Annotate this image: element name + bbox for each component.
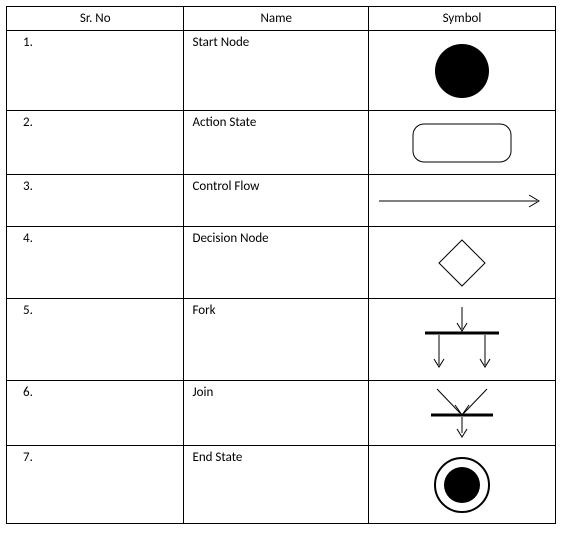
cell-name: Start Node bbox=[184, 31, 369, 111]
cell-sr: 2. bbox=[7, 111, 184, 175]
fork-icon bbox=[417, 305, 507, 375]
cell-name: End State bbox=[184, 446, 369, 524]
cell-sr: 4. bbox=[7, 227, 184, 299]
start-node-icon bbox=[432, 41, 492, 101]
cell-sr: 3. bbox=[7, 175, 184, 227]
action-state-icon bbox=[412, 123, 512, 163]
cell-name: Decision Node bbox=[184, 227, 369, 299]
cell-name: Action State bbox=[184, 111, 369, 175]
cell-name: Join bbox=[184, 381, 369, 446]
table-row: 1. Start Node bbox=[7, 31, 556, 111]
header-srno: Sr. No bbox=[7, 7, 184, 31]
table-row: 7. End State bbox=[7, 446, 556, 524]
cell-symbol bbox=[369, 175, 556, 227]
table-header-row: Sr. No Name Symbol bbox=[7, 7, 556, 31]
cell-name: Control Flow bbox=[184, 175, 369, 227]
cell-symbol bbox=[369, 299, 556, 381]
end-state-icon bbox=[432, 455, 492, 515]
table-row: 4. Decision Node bbox=[7, 227, 556, 299]
cell-sr: 7. bbox=[7, 446, 184, 524]
cell-symbol bbox=[369, 381, 556, 446]
table-row: 2. Action State bbox=[7, 111, 556, 175]
table-row: 6. Join bbox=[7, 381, 556, 446]
cell-sr: 6. bbox=[7, 381, 184, 446]
table-row: 5. Fork bbox=[7, 299, 556, 381]
header-symbol: Symbol bbox=[369, 7, 556, 31]
cell-symbol bbox=[369, 111, 556, 175]
cell-symbol bbox=[369, 227, 556, 299]
cell-sr: 5. bbox=[7, 299, 184, 381]
cell-symbol bbox=[369, 31, 556, 111]
join-icon bbox=[417, 385, 507, 441]
cell-sr: 1. bbox=[7, 31, 184, 111]
decision-node-icon bbox=[437, 238, 487, 288]
control-flow-icon bbox=[377, 191, 547, 211]
table-row: 3. Control Flow bbox=[7, 175, 556, 227]
cell-symbol bbox=[369, 446, 556, 524]
symbols-table: Sr. No Name Symbol 1. Start Node 2. Acti… bbox=[6, 6, 556, 524]
header-name: Name bbox=[184, 7, 369, 31]
cell-name: Fork bbox=[184, 299, 369, 381]
